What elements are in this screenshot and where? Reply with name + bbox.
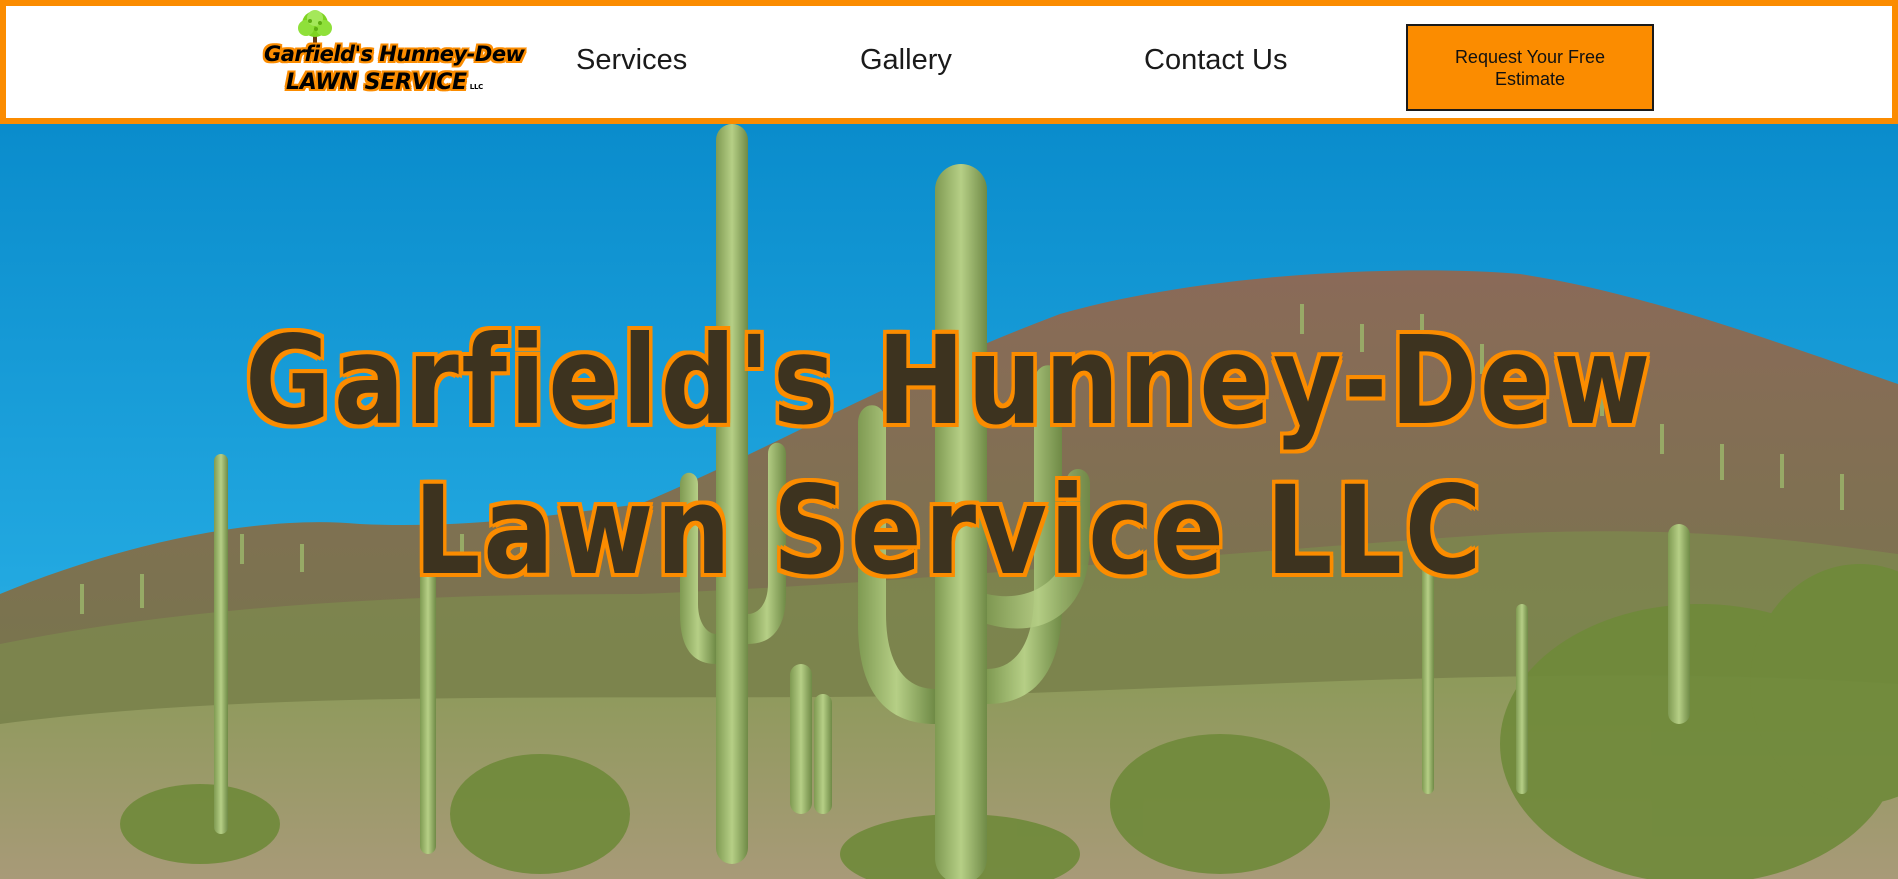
nav-services[interactable]: Services (576, 44, 687, 77)
logo-llc: LLC (469, 83, 483, 91)
request-estimate-button[interactable]: Request Your Free Estimate (1406, 24, 1654, 111)
nav-contact-us[interactable]: Contact Us (1144, 44, 1287, 77)
site-logo[interactable]: Garfield's Hunney-Dew LAWN SERVICE LLC (264, 10, 525, 98)
hero-title: Garfield's Hunney-Dew Lawn Service LLC (133, 306, 1765, 606)
hero-title-line2: Lawn Service LLC (413, 460, 1485, 602)
page: Garfield's Hunney-Dew LAWN SERVICE LLC Se… (0, 0, 1898, 879)
hero-section: Garfield's Hunney-Dew Lawn Service LLC (0, 124, 1898, 879)
logo-lawn-service: LAWN SERVICE (286, 70, 467, 95)
site-header: Garfield's Hunney-Dew LAWN SERVICE LLC Se… (0, 0, 1898, 124)
logo-tagline: LAWN SERVICE LLC (286, 70, 483, 95)
hero-title-line1: Garfield's Hunney-Dew (245, 310, 1653, 452)
nav-gallery[interactable]: Gallery (860, 44, 952, 77)
logo-name: Garfield's Hunney-Dew (264, 42, 525, 66)
